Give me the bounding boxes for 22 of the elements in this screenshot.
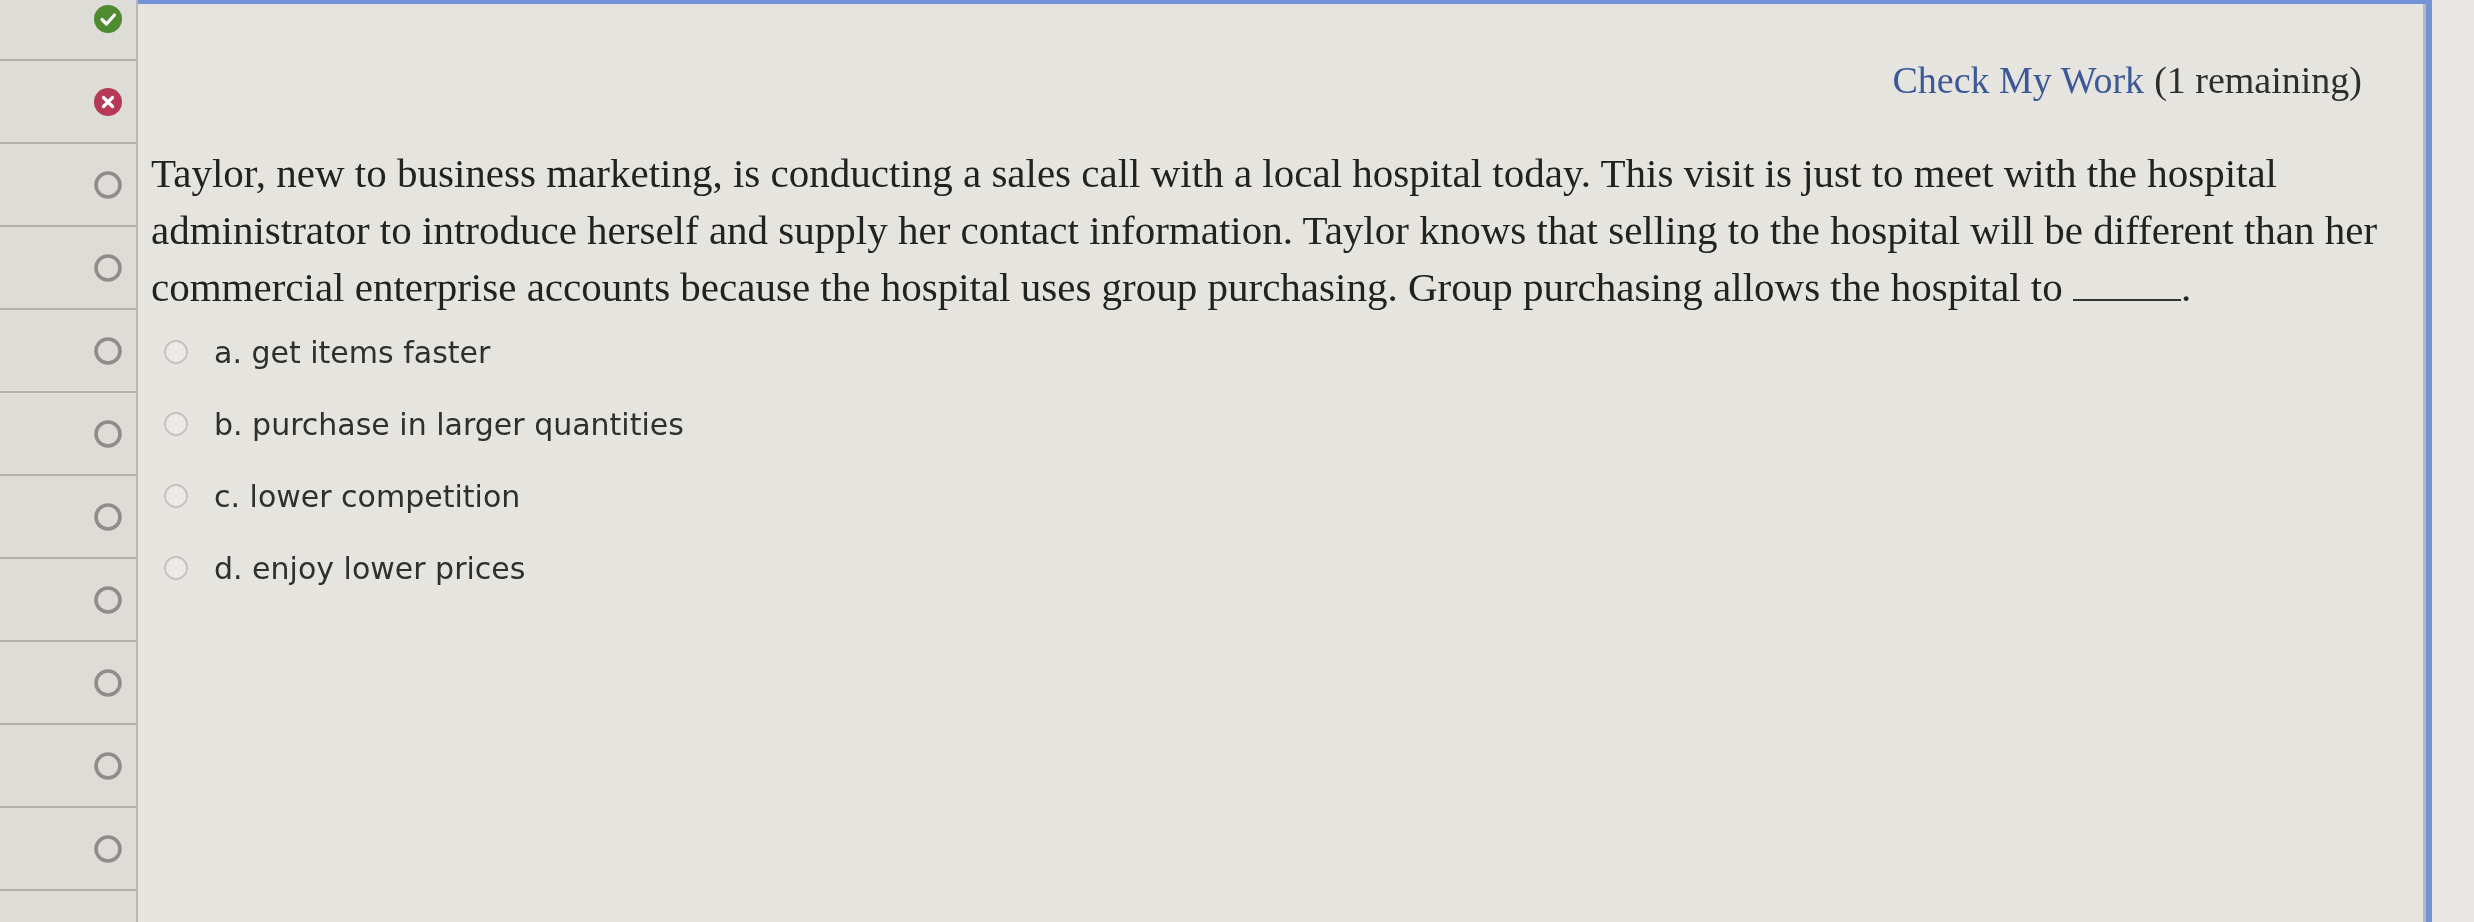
remaining-count: (1 remaining): [2154, 58, 2362, 103]
circle-icon[interactable]: [94, 170, 122, 199]
circle-icon[interactable]: [94, 585, 122, 614]
circle-icon[interactable]: [94, 502, 122, 531]
circle-icon[interactable]: [94, 419, 122, 448]
radio-button[interactable]: [164, 340, 188, 364]
check-circle-icon[interactable]: [94, 4, 122, 33]
option-label[interactable]: a. get items faster: [214, 334, 491, 370]
x-circle-icon[interactable]: [94, 87, 122, 116]
option-label[interactable]: d. enjoy lower prices: [214, 550, 526, 586]
radio-button[interactable]: [164, 412, 188, 436]
circle-icon[interactable]: [94, 834, 122, 863]
option-label[interactable]: c. lower competition: [214, 478, 521, 514]
check-my-work-link[interactable]: Check My Work: [1892, 57, 2145, 103]
radio-button[interactable]: [164, 556, 188, 580]
circle-icon[interactable]: [94, 253, 122, 282]
question-text: Taylor, new to business marketing, is conducting a sales call with a local hospital today. This visit is just to meet with the hospital administrator to introduce herself and supply her contact information. Taylor knows that selling to the hospital will be different than her commercial enterprise accounts because the hospital uses group purchasing. Group purchasing allows the hospital to .: [151, 149, 2379, 312]
circle-icon[interactable]: [94, 668, 122, 697]
circle-icon[interactable]: [94, 751, 122, 780]
circle-icon[interactable]: [94, 336, 122, 365]
radio-button[interactable]: [164, 484, 188, 508]
option-label[interactable]: b. purchase in larger quantities: [214, 406, 684, 442]
